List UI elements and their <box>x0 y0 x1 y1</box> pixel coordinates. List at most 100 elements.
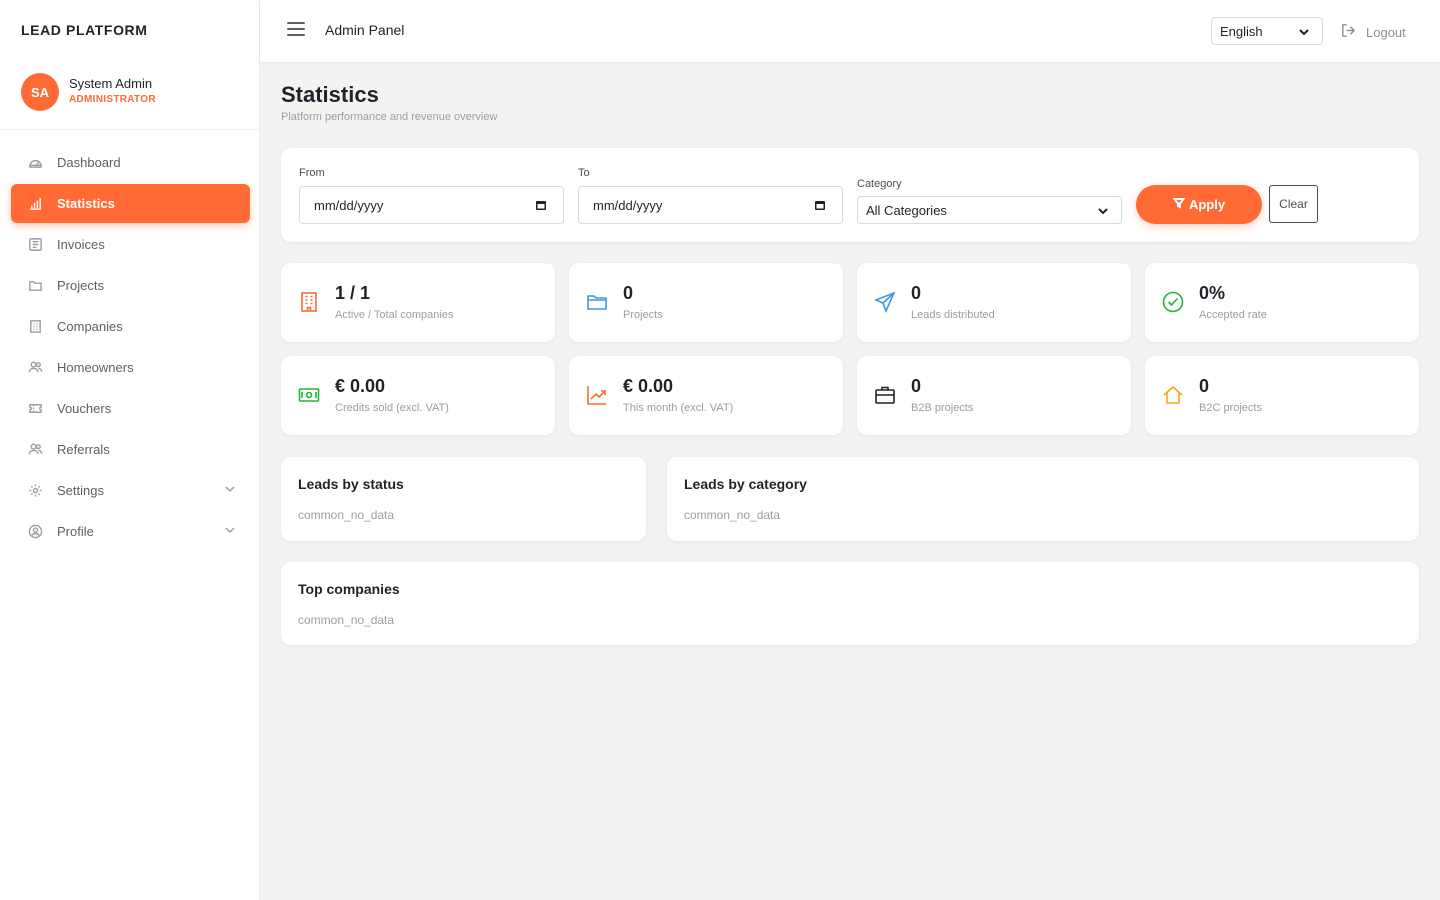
cash-icon <box>298 384 320 406</box>
sidebar-item-label: Invoices <box>57 237 105 252</box>
sidebar-item-label: Vouchers <box>57 401 112 416</box>
from-label: From <box>299 167 325 179</box>
sidebar-item-settings[interactable]: Settings <box>11 471 250 510</box>
stat-value: € 0.00 <box>623 376 674 396</box>
top-companies-panel: Top companies common_no_data <box>281 562 1419 645</box>
to-date-value: mm/dd/yyyy <box>593 197 663 213</box>
users-icon <box>27 442 43 458</box>
sidebar-item-label: Profile <box>57 524 94 539</box>
sidebar-item-label: Dashboard <box>57 155 121 170</box>
sidebar-item-dashboard[interactable]: Dashboard <box>11 143 250 182</box>
building-icon <box>298 291 320 313</box>
sidebar-nav: Dashboard Statistics Invoices Projects C… <box>11 143 250 553</box>
stat-value: 0 <box>911 376 922 396</box>
stat-card-b2b-projects: 0 B2B projects <box>857 356 1131 435</box>
stat-card-leads-distributed: 0 Leads distributed <box>857 263 1131 342</box>
chevron-down-icon[interactable] <box>224 483 238 497</box>
folder-icon <box>27 278 43 294</box>
calendar-icon[interactable] <box>535 199 547 211</box>
panel-title: Leads by category <box>684 476 807 492</box>
from-date-input[interactable]: mm/dd/yyyy <box>299 186 564 224</box>
stat-value: 0 <box>911 283 922 303</box>
stat-value: 0% <box>1199 283 1226 303</box>
stat-card-companies: 1 / 1 Active / Total companies <box>281 263 555 342</box>
sidebar-item-vouchers[interactable]: Vouchers <box>11 389 250 428</box>
leads-by-category-panel: Leads by category common_no_data <box>667 457 1419 541</box>
stat-label: Leads distributed <box>911 309 995 321</box>
sidebar-item-companies[interactable]: Companies <box>11 307 250 346</box>
stat-label: Active / Total companies <box>335 309 454 321</box>
menu-toggle-icon[interactable] <box>287 22 305 40</box>
panel-title: Top companies <box>298 581 400 597</box>
stat-value: 0 <box>1199 376 1210 396</box>
topbar-title: Admin Panel <box>325 22 405 38</box>
stat-card-projects: 0 Projects <box>569 263 843 342</box>
from-date-value: mm/dd/yyyy <box>314 197 384 213</box>
panel-title: Leads by status <box>298 476 404 492</box>
folder-icon <box>586 291 608 313</box>
trend-up-icon <box>586 384 608 406</box>
sidebar-item-referrals[interactable]: Referrals <box>11 430 250 469</box>
language-value: English <box>1220 23 1263 39</box>
sidebar-item-label: Settings <box>57 483 104 498</box>
sidebar: LEAD PLATFORM SA System Admin ADMINISTRA… <box>0 0 260 900</box>
ticket-icon <box>27 401 43 417</box>
stat-label: Accepted rate <box>1199 309 1267 321</box>
user-circle-icon <box>27 524 43 540</box>
category-value: All Categories <box>866 202 947 218</box>
sidebar-item-label: Referrals <box>57 442 110 457</box>
page-subtitle: Platform performance and revenue overvie… <box>281 111 498 123</box>
page-title: Statistics <box>281 82 379 107</box>
user-role: ADMINISTRATOR <box>69 94 156 105</box>
bar-chart-icon <box>27 196 43 212</box>
sidebar-item-homeowners[interactable]: Homeowners <box>11 348 250 387</box>
sidebar-item-projects[interactable]: Projects <box>11 266 250 305</box>
avatar: SA <box>21 73 59 111</box>
stat-value: 1 / 1 <box>335 283 371 303</box>
stat-label: Credits sold (excl. VAT) <box>335 402 449 414</box>
users-icon <box>27 360 43 376</box>
logout-label: Logout <box>1366 24 1406 40</box>
chevron-down-icon <box>1298 26 1310 41</box>
category-select[interactable]: All Categories <box>857 196 1122 224</box>
sidebar-item-label: Projects <box>57 278 104 293</box>
filter-card: From mm/dd/yyyy To mm/dd/yyyy Category A… <box>281 148 1419 242</box>
check-circle-icon <box>1162 291 1184 313</box>
sidebar-item-label: Homeowners <box>57 360 134 375</box>
stat-card-b2c-projects: 0 B2C projects <box>1145 356 1419 435</box>
logout-button[interactable]: Logout <box>1340 22 1406 42</box>
stat-value: 0 <box>623 283 634 303</box>
user-name: System Admin <box>69 76 153 91</box>
stat-card-this-month: € 0.00 This month (excl. VAT) <box>569 356 843 435</box>
user-block: SA System Admin ADMINISTRATOR <box>0 62 259 130</box>
send-icon <box>873 291 896 314</box>
receipt-icon <box>27 237 43 253</box>
briefcase-icon <box>874 384 896 406</box>
to-label: To <box>578 167 590 179</box>
category-label: Category <box>857 178 902 190</box>
topbar: Admin Panel English Logout <box>260 0 1440 62</box>
calendar-icon[interactable] <box>814 199 826 211</box>
brand-logo[interactable]: LEAD PLATFORM <box>21 22 148 38</box>
gear-icon <box>27 483 43 499</box>
sidebar-item-label: Companies <box>57 319 123 334</box>
leads-by-status-panel: Leads by status common_no_data <box>281 457 646 541</box>
sidebar-item-statistics[interactable]: Statistics <box>11 184 250 223</box>
to-date-input[interactable]: mm/dd/yyyy <box>578 186 843 224</box>
chevron-down-icon <box>1097 205 1109 220</box>
sidebar-item-invoices[interactable]: Invoices <box>11 225 250 264</box>
building-icon <box>27 319 43 335</box>
gauge-icon <box>27 155 43 171</box>
chevron-down-icon[interactable] <box>224 524 238 538</box>
logout-icon <box>1340 22 1366 42</box>
apply-button[interactable]: Apply <box>1136 185 1262 224</box>
clear-button[interactable]: Clear <box>1269 185 1318 223</box>
panel-empty-text: common_no_data <box>298 508 395 522</box>
panel-empty-text: common_no_data <box>298 613 395 627</box>
stat-card-accepted-rate: 0% Accepted rate <box>1145 263 1419 342</box>
stat-value: € 0.00 <box>335 376 386 396</box>
sidebar-item-label: Statistics <box>57 196 115 211</box>
stat-card-credits-sold: € 0.00 Credits sold (excl. VAT) <box>281 356 555 435</box>
language-select[interactable]: English <box>1211 17 1323 45</box>
sidebar-item-profile[interactable]: Profile <box>11 512 250 551</box>
